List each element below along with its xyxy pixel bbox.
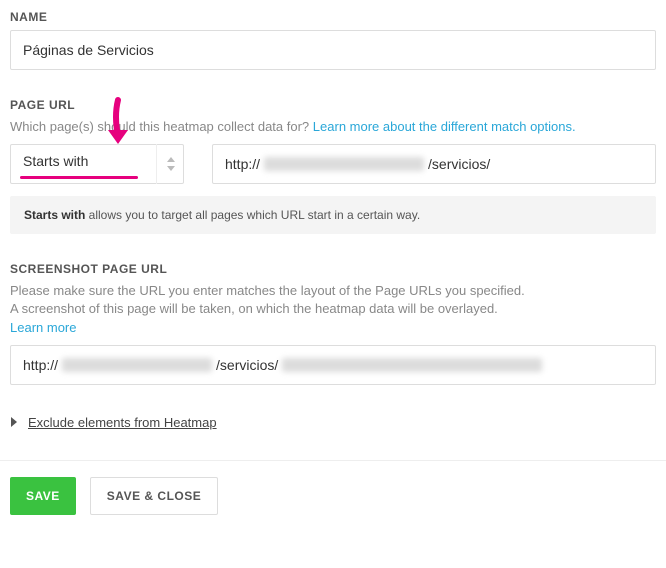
save-close-button[interactable]: SAVE & CLOSE bbox=[90, 477, 218, 515]
action-bar: SAVE SAVE & CLOSE bbox=[0, 461, 666, 525]
match-type-select[interactable]: Starts with bbox=[10, 144, 184, 184]
note-text: allows you to target all pages which URL… bbox=[85, 208, 420, 222]
page-url-learn-more-link[interactable]: Learn more about the different match opt… bbox=[313, 119, 576, 134]
select-sort-icon bbox=[156, 144, 184, 184]
screenshot-url-helper: Please make sure the URL you enter match… bbox=[10, 282, 656, 337]
page-url-input[interactable]: http:// /servicios/ bbox=[212, 144, 656, 184]
match-type-note: Starts with allows you to target all pag… bbox=[10, 196, 656, 234]
screenshot-learn-more-link[interactable]: Learn more bbox=[10, 320, 76, 335]
screenshot-url-protocol: http:// bbox=[23, 357, 58, 373]
screenshot-helper-line2: A screenshot of this page will be taken,… bbox=[10, 301, 498, 316]
page-url-label: PAGE URL bbox=[10, 98, 656, 112]
screenshot-url-path: /servicios/ bbox=[216, 357, 278, 373]
page-url-helper: Which page(s) should this heatmap collec… bbox=[10, 118, 656, 136]
note-bold: Starts with bbox=[24, 208, 85, 222]
chevron-right-icon bbox=[10, 415, 18, 430]
page-url-protocol: http:// bbox=[225, 156, 260, 172]
screenshot-url-label: SCREENSHOT PAGE URL bbox=[10, 262, 656, 276]
name-input[interactable] bbox=[10, 30, 656, 70]
page-url-helper-text: Which page(s) should this heatmap collec… bbox=[10, 119, 309, 134]
redacted-domain-2 bbox=[62, 358, 212, 372]
exclude-elements-expander[interactable]: Exclude elements from Heatmap bbox=[10, 413, 656, 432]
name-label: NAME bbox=[10, 10, 656, 24]
exclude-elements-label: Exclude elements from Heatmap bbox=[28, 415, 217, 430]
screenshot-url-input[interactable]: http:// /servicios/ bbox=[10, 345, 656, 385]
redacted-slug bbox=[282, 358, 542, 372]
save-button[interactable]: SAVE bbox=[10, 477, 76, 515]
page-url-path: /servicios/ bbox=[428, 156, 490, 172]
redacted-domain bbox=[264, 157, 424, 171]
screenshot-helper-line1: Please make sure the URL you enter match… bbox=[10, 283, 525, 298]
